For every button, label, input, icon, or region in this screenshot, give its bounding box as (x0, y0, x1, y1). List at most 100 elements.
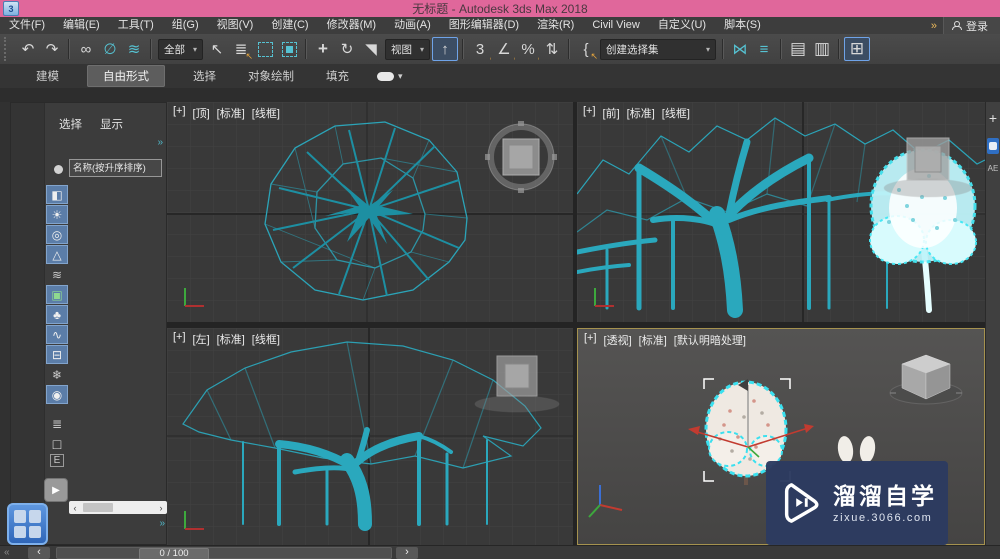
menu-create[interactable]: 创建(C) (262, 17, 317, 34)
select-object-button[interactable]: ↖ (205, 37, 229, 61)
menu-group[interactable]: 组(G) (163, 17, 208, 34)
filter-helpers-icon[interactable]: △ (46, 245, 68, 264)
named-selection-set-dropdown[interactable]: 创建选择集 ▾ (600, 39, 716, 60)
selection-filter-dropdown[interactable]: 全部 ▾ (158, 39, 203, 60)
select-and-scale-button[interactable]: ◥ (359, 37, 383, 61)
filter-materials-icon[interactable]: ▣ (46, 285, 68, 304)
select-by-name-button[interactable]: ≣↖ (229, 37, 253, 61)
tab-populate[interactable]: 填充 (322, 66, 353, 86)
layer-explorer-button[interactable]: ▥ (810, 37, 834, 61)
next-frame-button[interactable]: › (396, 547, 418, 559)
tab-modeling[interactable]: 建模 (32, 66, 63, 86)
tab-selection[interactable]: 选择 (189, 66, 220, 86)
menu-customize[interactable]: 自定义(U) (649, 17, 715, 34)
viewport-name-menu[interactable]: [顶] (193, 105, 210, 121)
viewport-name-menu[interactable]: [前] (603, 105, 620, 121)
viewport-menu-plus[interactable]: [+] (583, 105, 596, 121)
unlink-selection-icon[interactable]: ∅ (98, 37, 122, 61)
sort-radio[interactable] (54, 165, 63, 174)
viewport-top[interactable]: [+] [顶] [标准] [线框] (167, 102, 573, 322)
select-and-link-icon[interactable]: ∞ (74, 37, 98, 61)
window-crossing-toggle[interactable] (277, 37, 301, 61)
create-tab-icon[interactable]: + (989, 110, 997, 126)
viewport-standard-menu[interactable]: [标准] (217, 105, 245, 121)
layer-manager-button[interactable]: ▤ (786, 37, 810, 61)
viewport-shading-menu[interactable]: [默认明暗处理] (674, 332, 746, 348)
spinner-snap-button[interactable]: ⇅ (540, 37, 564, 61)
name-column-header[interactable]: 名称(按升序排序) (69, 159, 162, 177)
login-button[interactable]: 登录 (943, 17, 1000, 34)
viewport-left[interactable]: [+] [左] [标准] [线框] (167, 328, 573, 545)
select-and-rotate-button[interactable]: ↻ (335, 37, 359, 61)
toggle-scene-explorer-button[interactable]: ⊞ (844, 37, 870, 61)
app-icon[interactable]: 3 (3, 1, 19, 16)
grid-window-button[interactable] (7, 503, 48, 545)
undo-button[interactable]: ↶ (16, 37, 40, 61)
menu-scripting[interactable]: 脚本(S) (715, 17, 770, 34)
explorer-expand-icon[interactable]: » (159, 518, 164, 529)
tab-freeform[interactable]: 自由形式 (87, 65, 165, 87)
viewport-shading-menu[interactable]: [线框] (662, 105, 690, 121)
select-and-move-button[interactable]: + (311, 37, 335, 61)
filter-space-warps-icon[interactable]: ≋ (46, 265, 68, 284)
viewport-standard-menu[interactable]: [标准] (627, 105, 655, 121)
viewport-shading-menu[interactable]: [线框] (252, 105, 280, 121)
filter-hidden-icon[interactable]: ◉ (46, 385, 68, 404)
ribbon-minimize-dropdown[interactable]: ▾ (377, 71, 403, 82)
redo-button[interactable]: ↷ (40, 37, 64, 61)
toolbar-drag-handle[interactable] (4, 37, 12, 61)
viewport-front-canvas[interactable] (577, 102, 985, 322)
snap-toggle-3d-button[interactable]: 3˒ (468, 37, 492, 61)
percent-snap-button[interactable]: %˒ (516, 37, 540, 61)
explorer-tab-display[interactable]: 显示 (100, 116, 123, 132)
menu-edit[interactable]: 编辑(E) (54, 17, 109, 34)
tab-object-paint[interactable]: 对象绘制 (244, 66, 298, 86)
explorer-tab-select[interactable]: 选择 (59, 116, 82, 132)
menu-animation[interactable]: 动画(A) (385, 17, 440, 34)
viewport-name-menu[interactable]: [透视] (604, 332, 632, 348)
viewport-name-menu[interactable]: [左] (193, 331, 210, 347)
scroll-right-icon[interactable]: › (155, 503, 167, 513)
viewport-left-canvas[interactable] (167, 328, 573, 545)
filter-frozen-icon[interactable]: ❄ (46, 365, 68, 384)
list-view-icon[interactable]: ≣ (46, 414, 68, 433)
angle-snap-button[interactable]: ∠˒ (492, 37, 516, 61)
filter-cameras-icon[interactable]: ◎ (46, 225, 68, 244)
menu-rendering[interactable]: 渲染(R) (528, 17, 583, 34)
time-slider-track[interactable]: 0 / 100 (56, 547, 392, 559)
explorer-horizontal-scrollbar[interactable]: ‹ › (69, 501, 167, 514)
explorer-expand-icon[interactable]: » (157, 137, 162, 148)
filter-lights-icon[interactable]: ☀ (46, 205, 68, 224)
scroll-left-icon[interactable]: ‹ (69, 503, 81, 513)
menu-civil-view[interactable]: Civil View (583, 17, 648, 34)
filter-bones-icon[interactable]: ∿ (46, 325, 68, 344)
play-button[interactable]: ▶ (44, 478, 68, 502)
panel-blue-button[interactable] (987, 138, 999, 154)
viewport-shading-menu[interactable]: [线框] (252, 331, 280, 347)
align-button[interactable]: ≡ (752, 37, 776, 61)
viewport-menu-plus[interactable]: [+] (584, 332, 597, 348)
viewport-standard-menu[interactable]: [标准] (639, 332, 667, 348)
menu-tools[interactable]: 工具(T) (109, 17, 163, 34)
edit-named-selection-sets-button[interactable]: {↖ (574, 37, 598, 61)
filter-plants-icon[interactable]: ♣ (46, 305, 68, 324)
scrollbar-thumb[interactable] (83, 503, 113, 512)
menu-views[interactable]: 视图(V) (208, 17, 263, 34)
viewport-top-canvas[interactable] (167, 102, 573, 322)
viewport-menu-plus[interactable]: [+] (173, 331, 186, 347)
filter-containers-icon[interactable]: ⊟ (46, 345, 68, 364)
viewcube[interactable] (890, 355, 962, 404)
menu-file[interactable]: 文件(F) (0, 17, 54, 34)
blank-swatch-icon[interactable]: □ (46, 434, 68, 453)
menu-modifiers[interactable]: 修改器(M) (318, 17, 386, 34)
rectangular-selection-region-button[interactable] (253, 37, 277, 61)
use-pivot-point-button[interactable]: ↑ (432, 37, 458, 61)
filter-geometry-icon[interactable]: ◧ (46, 185, 68, 204)
mirror-button[interactable]: ⋈ (728, 37, 752, 61)
bind-to-space-warp-icon[interactable]: ≋ (122, 37, 146, 61)
viewport-front[interactable]: [+] [前] [标准] [线框] (577, 102, 985, 322)
previous-frame-button[interactable]: ‹ (28, 547, 50, 559)
reference-coordinate-dropdown[interactable]: 视图 ▾ (385, 39, 430, 60)
viewport-menu-plus[interactable]: [+] (173, 105, 186, 121)
menu-graph-editors[interactable]: 图形编辑器(D) (440, 17, 528, 34)
